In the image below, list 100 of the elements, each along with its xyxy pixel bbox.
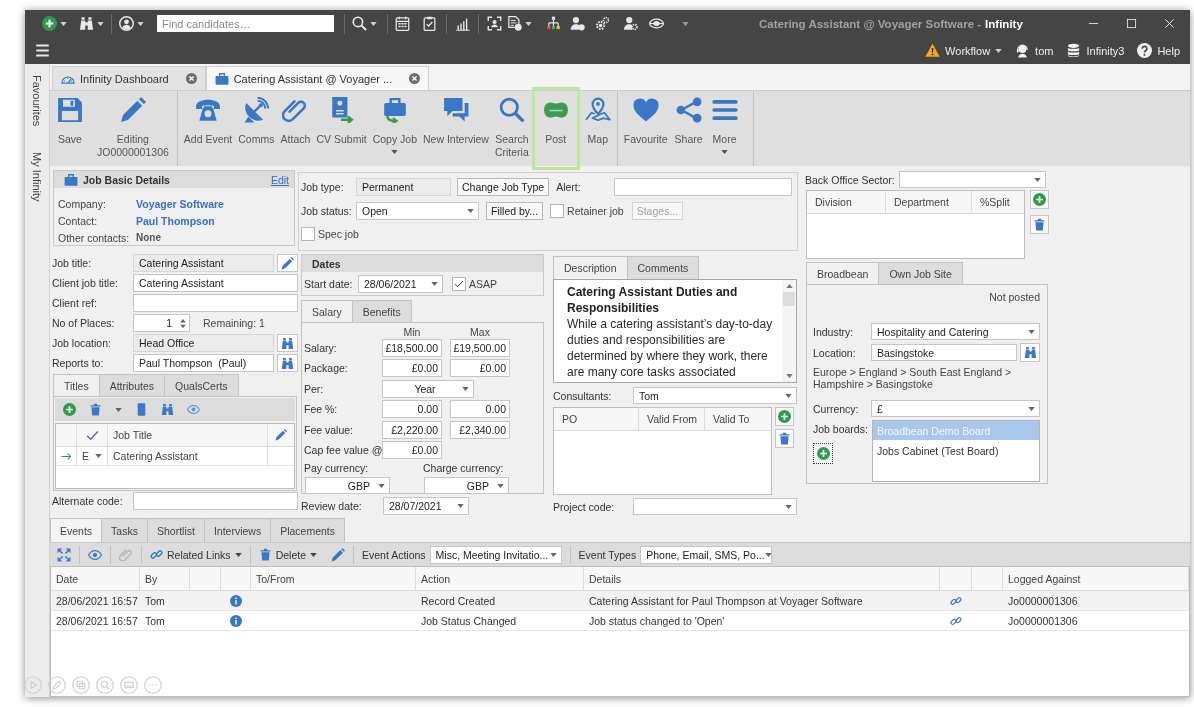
amount-field[interactable]: £18,500.00 — [382, 339, 442, 357]
text-field[interactable]: Paul Thompson (Paul) — [133, 354, 274, 372]
edit-button[interactable]: Editing JO0000001306 — [94, 91, 172, 166]
amount-field[interactable]: 0.00 — [382, 400, 442, 419]
amount-field[interactable]: £2,340.00 — [450, 420, 510, 439]
close-icon[interactable] — [409, 73, 421, 84]
text-field[interactable]: Permanent — [356, 178, 451, 196]
tab[interactable]: Salary — [301, 300, 353, 322]
options-button[interactable] — [115, 407, 122, 412]
tab[interactable]: Comments — [626, 256, 700, 279]
type-dropdown[interactable]: E — [82, 450, 102, 462]
currency-dropdown[interactable]: GBP — [305, 477, 390, 495]
period-dropdown[interactable]: Year — [382, 379, 474, 398]
workflow-menu[interactable]: Workflow — [925, 43, 1003, 58]
consultant-dropdown[interactable]: Tom — [633, 387, 797, 404]
amount-field[interactable]: £0.00 — [382, 440, 442, 459]
text-field[interactable]: Head Office — [133, 334, 274, 352]
currency-dropdown[interactable]: £ — [871, 400, 1040, 417]
cv-submit-button[interactable]: CV Submit — [313, 91, 370, 166]
currency-dropdown[interactable]: GBP — [424, 477, 509, 495]
scrollbar[interactable] — [782, 280, 796, 382]
expand-button[interactable] — [57, 547, 71, 562]
checkbox[interactable] — [301, 227, 315, 241]
related-links-button[interactable]: Related Links — [150, 548, 242, 561]
status-dropdown[interactable]: Open — [356, 202, 479, 220]
search-field[interactable]: Find candidates… — [157, 15, 334, 32]
tab[interactable]: Benefits — [351, 300, 412, 322]
link-icon[interactable] — [950, 594, 962, 607]
copy-job-button[interactable]: Copy Job — [369, 91, 420, 166]
new-interview-button[interactable]: New Interview — [420, 91, 492, 166]
database-menu[interactable]: Infinity3 — [1066, 43, 1125, 58]
text-field[interactable]: Catering Assistant — [133, 274, 298, 292]
table-row[interactable]: 28/06/2021 16:57 Tom Record Created Catering Assistant for Paul Thompson at Voyager Software Jo0000001306 — [51, 591, 1189, 611]
amount-field[interactable]: £0.00 — [382, 359, 442, 378]
spin-arrows-icon[interactable] — [180, 317, 186, 329]
side-tab[interactable]: Favourites — [31, 75, 43, 127]
comms-button[interactable]: Comms — [235, 91, 278, 166]
list-item[interactable]: Jobs Cabinet (Test Board) — [873, 441, 1039, 460]
map-button[interactable]: Map — [579, 91, 616, 166]
text-field[interactable] — [133, 294, 298, 312]
checkbox[interactable] — [452, 277, 466, 291]
amount-field[interactable]: £19,500.00 — [450, 339, 510, 357]
delete-button[interactable] — [775, 429, 794, 448]
delete-button[interactable] — [1030, 215, 1049, 234]
scroll-down-icon[interactable] — [785, 374, 793, 378]
lookup-button[interactable] — [277, 334, 298, 352]
view-button[interactable] — [187, 403, 200, 416]
amount-field[interactable]: £2,220.00 — [382, 420, 442, 439]
description-editor[interactable]: Catering Assistant Duties and Responsibilities While a catering assistant’s day-to-day duties and responsibilities are determined by where they work, there are many core tasks associated — [553, 279, 797, 383]
checkbox[interactable] — [550, 204, 565, 218]
add-board-button[interactable] — [813, 443, 833, 464]
tab[interactable]: Titles — [53, 374, 100, 396]
tab[interactable]: Description — [553, 256, 628, 279]
tab[interactable]: Attributes — [98, 374, 166, 396]
attach-button[interactable]: Attach — [277, 91, 314, 166]
edit-link[interactable]: Edit — [270, 173, 289, 186]
add-button[interactable] — [42, 13, 67, 34]
tab[interactable]: Tasks — [101, 518, 148, 542]
find-button[interactable] — [161, 403, 174, 416]
event-actions-dropdown[interactable]: Misc, Meeting Invitatio... — [429, 545, 562, 564]
help-button[interactable]: Help — [1137, 43, 1180, 58]
tab[interactable]: Interviews — [203, 518, 272, 542]
tab[interactable]: QualsCerts — [164, 374, 239, 396]
tab[interactable]: Placements — [270, 518, 345, 542]
filled-by-button[interactable]: Filled by... — [486, 202, 544, 220]
tab[interactable]: Shortlist — [146, 518, 205, 542]
lookup-button[interactable] — [1020, 343, 1040, 362]
tab[interactable]: Broadbean — [806, 262, 880, 284]
scroll-up-icon[interactable] — [785, 284, 793, 288]
share-button[interactable]: Share — [670, 91, 707, 166]
text-field[interactable]: Catering Assistant — [133, 254, 274, 272]
number-spinner[interactable]: 1 — [133, 314, 190, 332]
view-button[interactable] — [88, 547, 102, 562]
lookup-button[interactable] — [277, 354, 298, 372]
alert-field[interactable] — [614, 178, 792, 196]
amount-field[interactable]: £0.00 — [450, 359, 510, 378]
delete-button[interactable] — [89, 403, 102, 416]
event-types-dropdown[interactable]: Phone, Email, SMS, Po... — [640, 545, 773, 564]
tab[interactable]: Own Job Site — [878, 262, 963, 284]
record-link[interactable]: Voyager Software — [136, 197, 224, 210]
edit-button[interactable] — [277, 254, 298, 272]
document-tab[interactable]: Infinity Dashboard — [52, 66, 206, 90]
delete-button[interactable]: Delete — [258, 548, 317, 561]
info-icon[interactable] — [230, 594, 242, 607]
link-icon[interactable] — [950, 614, 962, 627]
industry-dropdown[interactable]: Hospitality and Catering — [871, 323, 1040, 340]
edit-button[interactable] — [331, 547, 345, 562]
date-dropdown[interactable]: 28/06/2021 — [358, 275, 443, 293]
tab[interactable]: Events — [50, 518, 103, 542]
close-icon[interactable] — [185, 73, 197, 84]
location-field[interactable]: Basingstoke — [871, 344, 1017, 361]
date-dropdown[interactable]: 28/07/2021 — [383, 496, 469, 515]
info-icon[interactable] — [230, 614, 242, 627]
record-link[interactable]: Paul Thompson — [136, 214, 215, 227]
favourite-button[interactable]: Favourite — [620, 91, 671, 166]
add-event-button[interactable]: Add Event — [180, 91, 236, 166]
profile-button[interactable] — [119, 13, 144, 34]
text-field[interactable] — [133, 492, 298, 510]
document-tab[interactable]: Catering Assistant @ Voyager ... — [205, 66, 430, 90]
post-button[interactable]: Post — [531, 87, 580, 170]
